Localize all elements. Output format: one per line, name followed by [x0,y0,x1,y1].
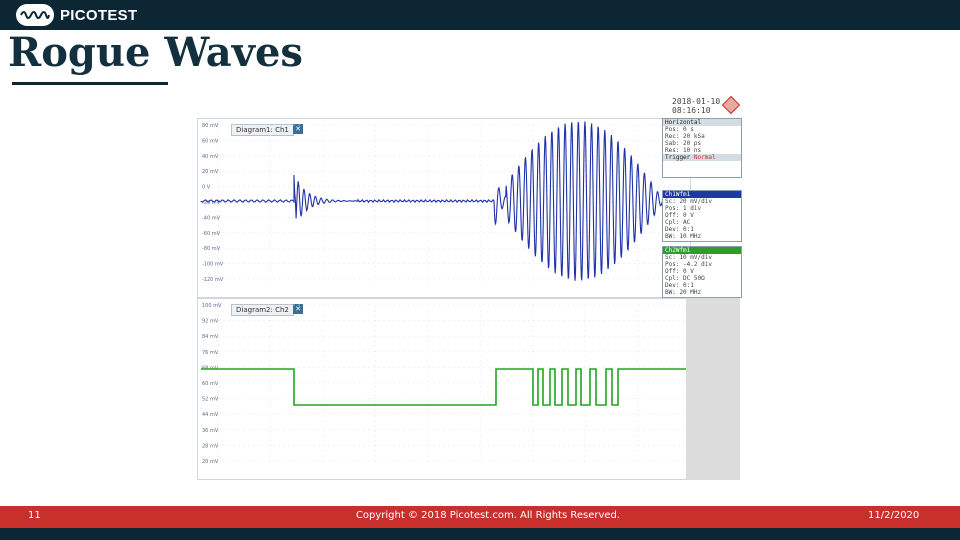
ch2-line: Sc: 10 mV/div [665,254,712,261]
footer-bottom-bar [0,528,960,540]
ch1-title: Ch1Wfm1 [663,191,741,198]
waveform-logo-icon [16,4,54,26]
y-tick-label: 20 mV [202,459,219,465]
horizontal-line: Pos: 0 s [665,126,694,133]
ch1-line: Off: 0 V [665,212,694,219]
slide-date: 11/2/2020 [868,510,920,521]
ch1-trace [200,121,668,281]
ch2-line: Off: 0 V [665,268,694,275]
top-bar [0,0,960,30]
y-tick-label: 84 mV [202,334,219,340]
stamp-date: 2018-01-10 [672,97,721,106]
y-tick-label: 52 mV [202,397,219,403]
ch1-line: Dev: 0:1 [665,226,694,233]
y-tick-label: 36 mV [202,428,219,434]
trigger-label: Trigger [665,154,691,161]
timestamp: 2018-01-10 08:16:10 [672,97,720,115]
slide-title: Rogue Waves [8,29,303,76]
ch1-waveform: 80 mV60 mV40 mV20 mV0 V-20 mV-40 mV-60 m… [200,121,690,283]
brand-name: PICOTEST [60,6,138,24]
y-tick-label: 92 mV [202,319,219,325]
oscilloscope-screenshot: 2018-01-10 08:16:10 Diagram1: Ch1 ✕ 80 m… [197,92,742,480]
trigger-mode: Normal [693,154,716,161]
y-tick-label: -120 mV [202,277,224,283]
ch1-settings-box[interactable]: Ch1Wfm1 Sc: 20 mV/div Pos: 1 div Off: 0 … [662,190,742,242]
ch1-line: BW: 10 MHz [665,233,702,240]
y-tick-label: 60 mV [202,138,219,144]
diagram1-panel: Diagram1: Ch1 ✕ 80 mV 60 mV 40 mV 20 mV 0 V-… [197,118,691,298]
y-tick-label: 100 mV [202,303,222,309]
ch2-waveform: 100 mV92 mV84 mV76 mV68 mV60 mV52 mV44 m… [201,303,690,465]
copyright-text: Copyright © 2018 Picotest.com. All Right… [355,510,621,521]
y-tick-label: 44 mV [202,412,219,418]
ch2-line: Dev: 0:1 [665,282,694,289]
ch2-settings-box[interactable]: Ch2Wfm1 Sc: 10 mV/div Pos: -4.2 div Off:… [662,246,742,298]
y-tick-label: 20 mV [202,169,219,175]
stamp-time: 08:16:10 [672,106,711,115]
ch2-title: Ch2Wfm1 [663,247,741,254]
diagram2-panel: Diagram2: Ch2 ✕ 100 mV 92 mV 84 mV 76 mV 68 … [197,298,691,480]
y-tick-label: 76 mV [202,350,219,356]
y-tick-label: -100 mV [202,262,224,268]
ch1-line: Cpl: AC [665,219,691,226]
rs-diamond-logo-icon [721,95,741,115]
horizontal-line: Res: 10 ns [665,147,702,154]
ch1-line: Pos: 1 div [665,205,702,212]
shaded-region [686,298,740,480]
ch2-line: Pos: -4.2 div [665,261,712,268]
y-tick-label: 60 mV [202,381,219,387]
picotest-logo: PICOTEST [16,3,137,27]
horizontal-settings-box[interactable]: Horizontal Pos: 0 s Rec: 20 kSa Sab: 20 … [662,118,742,178]
y-tick-label: 40 mV [202,154,219,160]
trigger-title: Trigger Normal [663,154,741,161]
ch2-line: Cpl: DC 50Ω [665,275,705,282]
horizontal-line: Sab: 20 ps [665,140,702,147]
y-tick-label: 80 mV [202,123,219,129]
ch1-line: Sc: 20 mV/div [665,198,712,205]
ch2-line: BW: 20 MHz [665,289,702,296]
horizontal-title: Horizontal [663,119,741,126]
title-underline [12,82,168,85]
ch2-trace [201,368,687,406]
y-tick-label: 28 mV [202,443,219,449]
horizontal-line: Rec: 20 kSa [665,133,705,140]
y-tick-label: 0 V [202,185,211,191]
